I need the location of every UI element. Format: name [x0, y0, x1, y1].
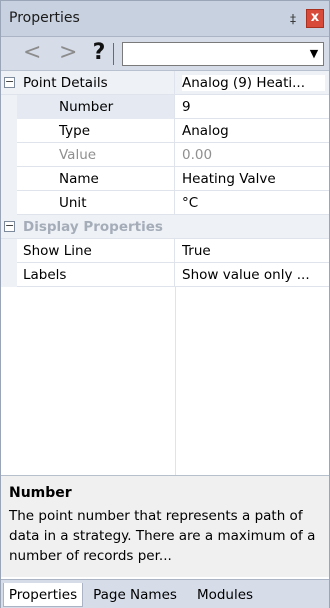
chevron-down-icon[interactable]: ▼	[305, 43, 323, 65]
toolbar-separator	[113, 43, 114, 65]
category-label-cell: − Point Details	[1, 71, 175, 95]
property-label-cell: Show Line	[1, 239, 175, 263]
property-row-type[interactable]: Type Analog	[1, 119, 329, 143]
property-value[interactable]: Heating Valve	[182, 171, 325, 187]
description-title: Number	[9, 485, 72, 501]
property-row-number[interactable]: Number 9	[1, 95, 329, 119]
property-label-cell: Unit	[1, 191, 175, 215]
description-pane: Number The point number that represents …	[1, 475, 329, 577]
category-label: Point Details	[23, 75, 108, 91]
property-grid: − Point Details Analog (9) Heati... Numb…	[1, 71, 329, 475]
toolbar: < > ? ▼	[1, 37, 329, 71]
property-label: Labels	[23, 267, 67, 283]
property-label: Number	[59, 99, 114, 115]
property-row-name[interactable]: Name Heating Valve	[1, 167, 329, 191]
tab-modules[interactable]: Modules	[189, 583, 261, 607]
property-label-cell: Value	[1, 143, 175, 167]
property-label-cell: Number	[1, 95, 175, 119]
property-value[interactable]: True	[182, 243, 325, 259]
object-selector-dropdown[interactable]: ▼	[122, 42, 324, 66]
category-value: Analog (9) Heati...	[182, 75, 325, 91]
pin-icon[interactable]: ‡	[285, 10, 301, 28]
property-value[interactable]: 9	[182, 99, 325, 115]
property-row-unit[interactable]: Unit °C	[1, 191, 329, 215]
row-gutter	[1, 167, 17, 191]
property-label: Unit	[59, 195, 87, 211]
column-divider	[175, 287, 176, 475]
property-value[interactable]: °C	[182, 195, 325, 211]
tab-properties[interactable]: Properties	[3, 583, 83, 607]
row-gutter	[1, 263, 17, 287]
collapse-icon[interactable]: −	[4, 220, 15, 232]
property-label: Value	[59, 147, 97, 163]
property-label: Type	[59, 123, 91, 139]
tab-page-names[interactable]: Page Names	[89, 583, 181, 607]
property-label: Show Line	[23, 243, 92, 259]
panel-title: Properties	[9, 10, 80, 26]
category-label-cell: − Display Properties	[1, 215, 175, 239]
row-gutter	[1, 191, 17, 215]
category-point-details[interactable]: − Point Details Analog (9) Heati...	[1, 71, 329, 95]
property-value[interactable]: Show value only ...	[182, 267, 325, 283]
row-gutter	[1, 239, 17, 263]
title-bar: Properties ‡ x	[1, 1, 329, 37]
property-row-labels[interactable]: Labels Show value only ...	[1, 263, 329, 287]
category-display-properties[interactable]: − Display Properties	[1, 215, 329, 239]
property-row-show-line[interactable]: Show Line True	[1, 239, 329, 263]
bottom-tab-strip: Properties Page Names Modules	[1, 579, 329, 608]
description-text: The point number that represents a path …	[9, 508, 316, 564]
property-label-cell: Labels	[1, 263, 175, 287]
category-label: Display Properties	[23, 219, 163, 235]
row-gutter	[1, 95, 17, 119]
property-label: Name	[59, 171, 99, 187]
property-label-cell: Type	[1, 119, 175, 143]
property-value[interactable]: Analog	[182, 123, 325, 139]
property-label-cell: Name	[1, 167, 175, 191]
back-arrow-icon[interactable]: <	[23, 42, 41, 64]
forward-arrow-icon[interactable]: >	[59, 42, 77, 64]
properties-panel: Properties ‡ x < > ? ▼ − Point Details A…	[0, 0, 330, 608]
collapse-icon[interactable]: −	[4, 76, 15, 88]
close-icon[interactable]: x	[306, 9, 324, 28]
property-value: 0.00	[182, 147, 213, 163]
help-icon[interactable]: ?	[91, 41, 107, 65]
property-row-value[interactable]: Value 0.00	[1, 143, 329, 167]
row-gutter	[1, 143, 17, 167]
row-gutter	[1, 119, 17, 143]
